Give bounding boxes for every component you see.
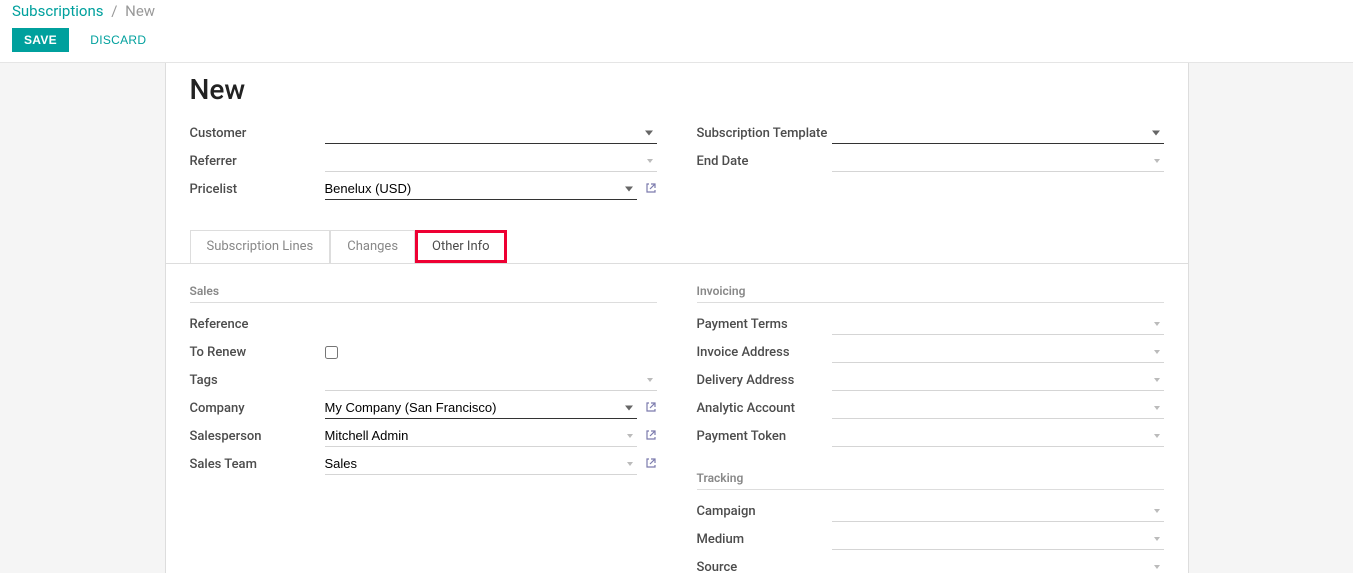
page-title: New: [190, 63, 1164, 122]
external-link-icon[interactable]: [645, 429, 657, 444]
tab-subscription-lines[interactable]: Subscription Lines: [190, 230, 331, 263]
breadcrumb: Subscriptions / New: [12, 2, 1341, 20]
section-heading-tracking: Tracking: [697, 471, 1164, 490]
field-label-source: Source: [697, 560, 832, 573]
breadcrumb-current: New: [125, 2, 155, 20]
field-label-tags: Tags: [190, 373, 325, 388]
tab-other-info[interactable]: Other Info: [415, 230, 507, 263]
field-row-analytic-account: Analytic Account: [697, 397, 1164, 419]
field-row-source: Source: [697, 556, 1164, 573]
field-input-end-date[interactable]: [832, 150, 1164, 172]
field-input-tags[interactable]: [325, 369, 657, 391]
breadcrumb-separator: /: [111, 2, 117, 20]
discard-button[interactable]: DISCARD: [78, 28, 158, 52]
field-label-customer: Customer: [190, 126, 325, 141]
external-link-icon[interactable]: [645, 401, 657, 416]
field-input-company[interactable]: [325, 397, 637, 419]
field-label-company: Company: [190, 401, 325, 416]
field-row-payment-token: Payment Token: [697, 425, 1164, 447]
field-input-delivery-address[interactable]: [832, 369, 1164, 391]
save-button[interactable]: SAVE: [12, 28, 69, 52]
field-label-end-date: End Date: [697, 154, 832, 169]
field-label-invoice-address: Invoice Address: [697, 345, 832, 360]
field-label-subscription-template: Subscription Template: [697, 126, 832, 141]
field-label-to-renew: To Renew: [190, 345, 325, 360]
field-label-medium: Medium: [697, 532, 832, 547]
field-input-customer[interactable]: [325, 122, 657, 144]
field-label-payment-token: Payment Token: [697, 429, 832, 444]
external-link-icon[interactable]: [645, 457, 657, 472]
field-input-campaign[interactable]: [832, 500, 1164, 522]
field-input-salesperson[interactable]: [325, 425, 637, 447]
field-input-source[interactable]: [832, 556, 1164, 573]
form-sheet: New Customer Referrer Pricelist Subscrip…: [165, 63, 1189, 573]
field-row-medium: Medium: [697, 528, 1164, 550]
field-row-reference: Reference: [190, 313, 657, 335]
field-input-medium[interactable]: [832, 528, 1164, 550]
field-label-referrer: Referrer: [190, 154, 325, 169]
field-row-customer: Customer: [190, 122, 657, 144]
field-label-payment-terms: Payment Terms: [697, 317, 832, 332]
field-input-reference[interactable]: [325, 313, 657, 335]
field-input-invoice-address[interactable]: [832, 341, 1164, 363]
field-label-campaign: Campaign: [697, 504, 832, 519]
tab-changes[interactable]: Changes: [330, 230, 415, 263]
field-input-payment-token[interactable]: [832, 425, 1164, 447]
field-input-referrer[interactable]: [325, 150, 657, 172]
field-label-analytic-account: Analytic Account: [697, 401, 832, 416]
section-heading-sales: Sales: [190, 284, 657, 303]
field-row-company: Company: [190, 397, 657, 419]
field-label-salesperson: Salesperson: [190, 429, 325, 444]
field-row-tags: Tags: [190, 369, 657, 391]
field-input-analytic-account[interactable]: [832, 397, 1164, 419]
field-label-delivery-address: Delivery Address: [697, 373, 832, 388]
section-heading-invoicing: Invoicing: [697, 284, 1164, 303]
field-input-pricelist[interactable]: [325, 178, 637, 200]
checkbox-to-renew[interactable]: [325, 346, 338, 359]
field-row-subscription-template: Subscription Template: [697, 122, 1164, 144]
field-row-end-date: End Date: [697, 150, 1164, 172]
field-label-sales-team: Sales Team: [190, 457, 325, 472]
field-row-referrer: Referrer: [190, 150, 657, 172]
field-input-payment-terms[interactable]: [832, 313, 1164, 335]
tabs-row: Subscription LinesChangesOther Info: [190, 230, 1164, 263]
content-scroll-area[interactable]: New Customer Referrer Pricelist Subscrip…: [0, 63, 1353, 573]
field-input-sales-team[interactable]: [325, 453, 637, 475]
field-row-salesperson: Salesperson: [190, 425, 657, 447]
field-row-sales-team: Sales Team: [190, 453, 657, 475]
field-label-reference: Reference: [190, 317, 325, 332]
field-row-invoice-address: Invoice Address: [697, 341, 1164, 363]
field-row-delivery-address: Delivery Address: [697, 369, 1164, 391]
external-link-icon[interactable]: [645, 182, 657, 197]
field-row-payment-terms: Payment Terms: [697, 313, 1164, 335]
field-row-pricelist: Pricelist: [190, 178, 657, 200]
field-row-campaign: Campaign: [697, 500, 1164, 522]
breadcrumb-parent-link[interactable]: Subscriptions: [12, 2, 103, 20]
field-label-pricelist: Pricelist: [190, 182, 325, 197]
field-row-to-renew: To Renew: [190, 341, 657, 363]
field-input-subscription-template[interactable]: [832, 122, 1164, 144]
